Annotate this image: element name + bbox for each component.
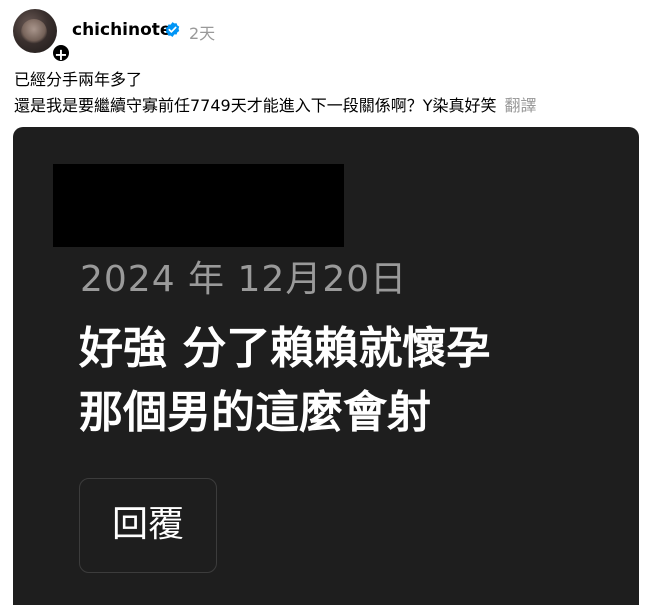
screenshot-card: 2024 年 12月20日 好強 分了賴賴就懷孕 那個男的這麼會射 回覆 — [13, 127, 639, 605]
username[interactable]: chichinote — [72, 20, 171, 40]
caption-text: 還是我是要繼續守寡前任7749天才能進入下一段關係啊？Y染真好笑 — [14, 96, 497, 115]
comment-line: 那個男的這麼會射 — [79, 387, 431, 438]
caption-line: 還是我是要繼續守寡前任7749天才能進入下一段關係啊？Y染真好笑 翻譯 — [14, 93, 537, 119]
post-time: 2天 — [189, 24, 216, 43]
comment-date: 2024 年 12月20日 — [80, 259, 408, 300]
post: + chichinote 2天 已經分手兩年多了 還是我是要繼續守寡前任7749… — [0, 0, 656, 605]
post-caption: 已經分手兩年多了 還是我是要繼續守寡前任7749天才能進入下一段關係啊？Y染真好… — [14, 67, 537, 119]
avatar-photo — [21, 19, 47, 45]
plus-icon[interactable]: + — [51, 43, 71, 64]
caption-line: 已經分手兩年多了 — [14, 70, 143, 89]
verified-badge-icon — [165, 22, 180, 37]
comment-text: 好強 分了賴賴就懷孕 那個男的這麼會射 — [79, 317, 490, 445]
avatar[interactable]: + — [13, 9, 71, 64]
comment-line: 好強 分了賴賴就懷孕 — [79, 323, 491, 374]
reply-button[interactable]: 回覆 — [79, 478, 217, 573]
translate-link[interactable]: 翻譯 — [505, 96, 537, 115]
redaction-block — [53, 164, 344, 247]
